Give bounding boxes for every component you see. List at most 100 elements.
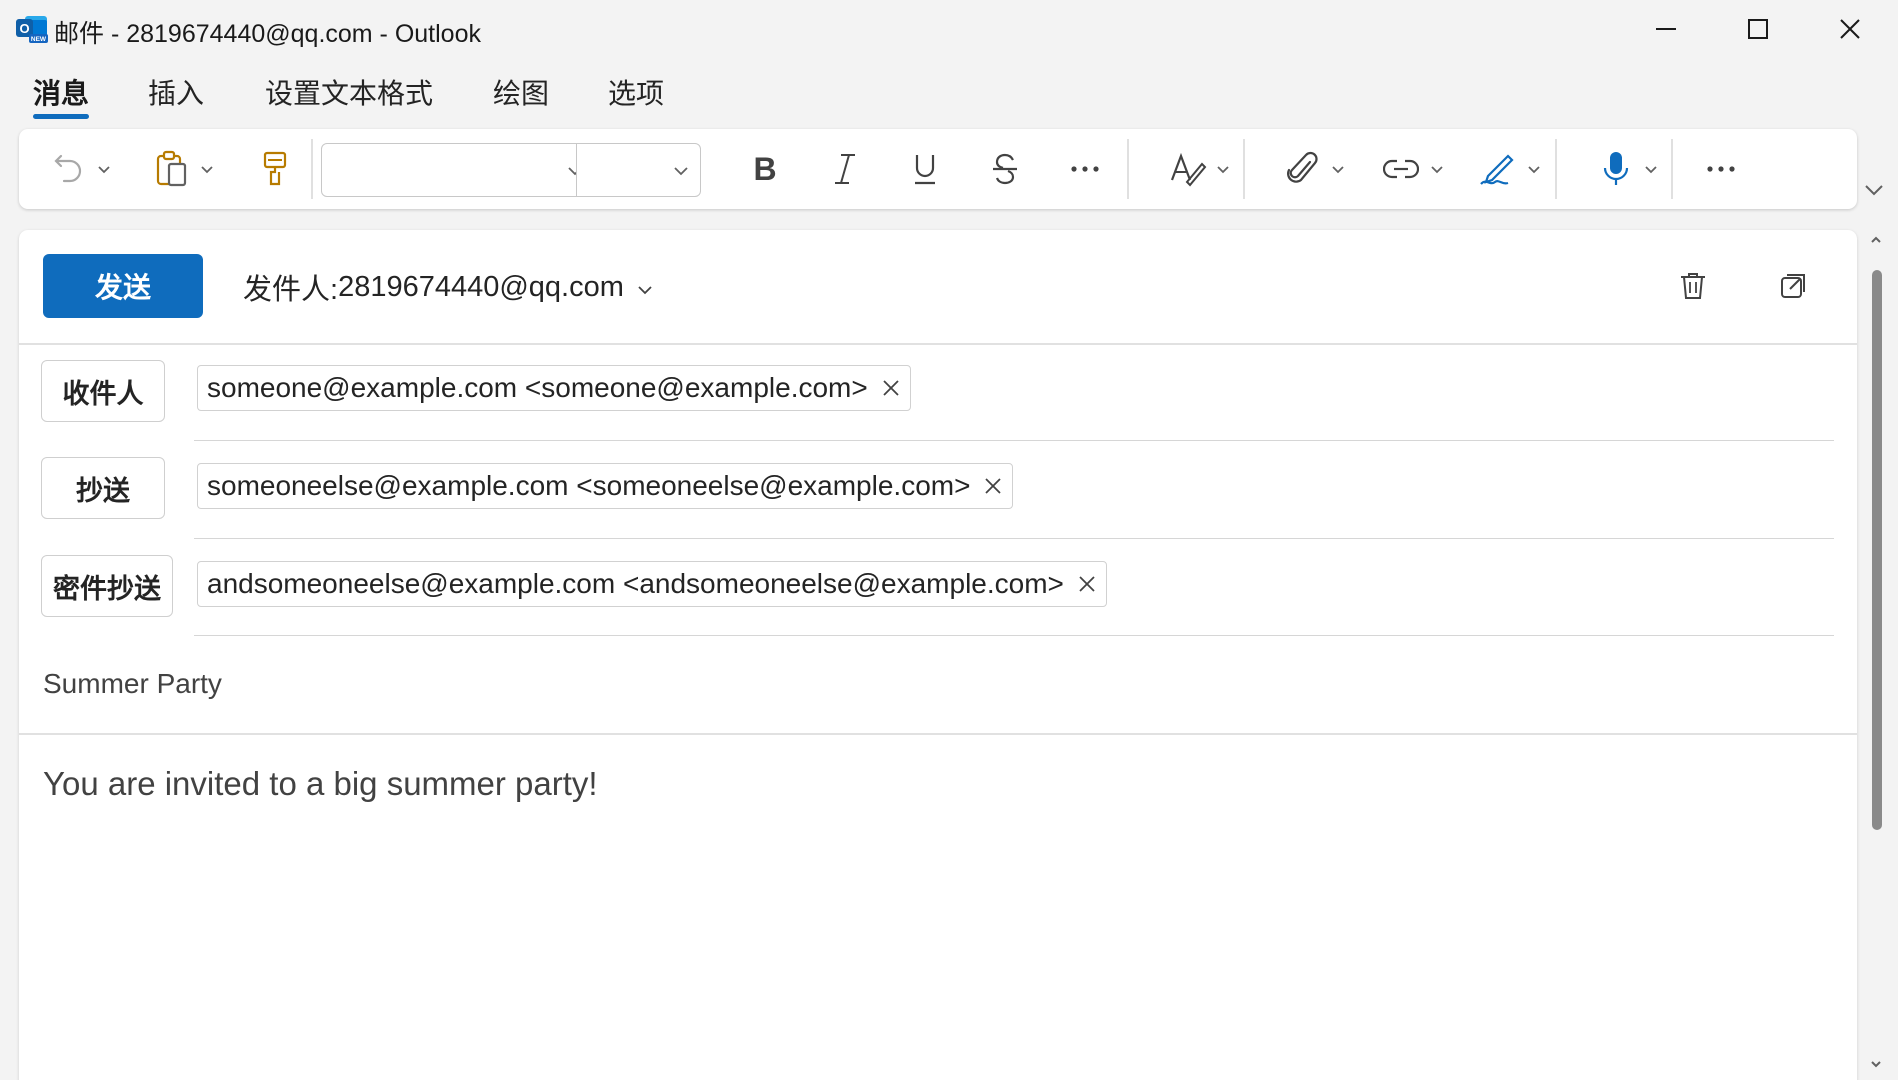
italic-button[interactable]: [815, 129, 875, 209]
styles-icon: [1170, 152, 1207, 187]
signature-icon: [1480, 154, 1514, 185]
compose-pane: 发送 发件人: 2819674440@qq.com 收件人 someone@exa…: [19, 230, 1857, 1080]
to-recipient: someone@example.com <someone@example.com…: [207, 372, 868, 403]
chevron-down-icon: [638, 286, 652, 295]
outlook-window: O NEW 邮件 - 2819674440@qq.com - Outlook 消…: [0, 0, 1898, 1080]
bcc-recipient-chip[interactable]: andsomeoneelse@example.com <andsomeoneel…: [197, 561, 1107, 607]
pop-out-icon: [1781, 274, 1805, 298]
italic-icon: [835, 154, 855, 184]
outlook-new-icon: O NEW: [16, 16, 48, 43]
tab-options[interactable]: 选项: [608, 72, 664, 112]
to-field-underline: [194, 440, 1834, 441]
to-recipient-chip[interactable]: someone@example.com <someone@example.com…: [197, 365, 911, 411]
dictate-button[interactable]: [1585, 129, 1675, 209]
toolbar-separator: [1555, 139, 1557, 199]
insert-link-button[interactable]: [1369, 129, 1459, 209]
scrollbar-thumb[interactable]: [1872, 270, 1882, 830]
cc-recipient-chip[interactable]: someoneelse@example.com <someoneelse@exa…: [197, 463, 1014, 509]
undo-icon: [54, 154, 82, 183]
undo-button[interactable]: [47, 129, 117, 209]
attach-icon: [1287, 151, 1318, 183]
toolbar-separator: [311, 139, 313, 199]
remove-recipient-button[interactable]: [984, 477, 1002, 495]
chevron-down-icon: [1217, 166, 1229, 174]
header-divider: [19, 343, 1857, 345]
close-button[interactable]: [1804, 0, 1896, 58]
attach-file-button[interactable]: [1271, 129, 1361, 209]
tab-format-text[interactable]: 设置文本格式: [265, 72, 433, 112]
minimize-button[interactable]: [1620, 0, 1712, 58]
paste-icon: [156, 150, 187, 187]
underline-button[interactable]: [895, 129, 955, 209]
discard-button[interactable]: [1675, 268, 1711, 304]
subject-input[interactable]: Summer Party: [43, 668, 222, 700]
more-formatting-button[interactable]: [1055, 129, 1115, 209]
pop-out-button[interactable]: [1775, 268, 1811, 304]
more-icon: [1071, 166, 1099, 172]
close-icon: [985, 478, 1002, 494]
chevron-down-icon: [1528, 166, 1540, 174]
cc-recipient: someoneelse@example.com <someoneelse@exa…: [207, 470, 971, 501]
strikethrough-icon: [993, 153, 1017, 185]
subject-divider: [19, 733, 1857, 735]
toolbar-separator: [1243, 139, 1245, 199]
svg-text:NEW: NEW: [31, 36, 47, 43]
format-painter-icon: [263, 151, 287, 186]
format-painter-button[interactable]: [245, 129, 305, 209]
bold-button[interactable]: B: [735, 129, 795, 209]
toolbar-overflow-button[interactable]: [1691, 129, 1751, 209]
underline-icon: [915, 155, 935, 185]
bold-icon: B: [753, 152, 776, 186]
ribbon-expand-icon[interactable]: [1862, 180, 1886, 200]
remove-recipient-button[interactable]: [882, 379, 900, 397]
ribbon-toolbar: B: [19, 129, 1857, 209]
close-icon: [1840, 19, 1860, 39]
chevron-down-icon: [1645, 166, 1657, 174]
chevron-down-icon: [674, 167, 688, 176]
strikethrough-button[interactable]: [975, 129, 1035, 209]
vertical-scrollbar[interactable]: [1864, 230, 1888, 1080]
link-icon: [1383, 159, 1419, 179]
close-icon: [883, 380, 899, 396]
tab-insert[interactable]: 插入: [148, 72, 204, 112]
scroll-down-icon[interactable]: [1869, 1058, 1883, 1070]
from-address: 2819674440@qq.com: [338, 270, 624, 303]
ribbon-tabs: 消息 插入 设置文本格式 绘图 选项: [0, 62, 1898, 124]
minimize-icon: [1656, 28, 1676, 30]
styles-button[interactable]: [1155, 129, 1245, 209]
message-body[interactable]: You are invited to a big summer party!: [43, 765, 598, 803]
toolbar-separator: [1671, 139, 1673, 199]
delete-icon: [1681, 273, 1705, 299]
cc-field-underline: [194, 538, 1834, 539]
bcc-recipient: andsomeoneelse@example.com <andsomeoneel…: [207, 568, 1064, 599]
svg-text:B: B: [753, 152, 776, 186]
chevron-down-icon: [201, 166, 213, 174]
from-selector[interactable]: 发件人: 2819674440@qq.com: [243, 266, 654, 308]
from-label: 发件人:: [243, 274, 339, 306]
toolbar-separator: [1127, 139, 1129, 199]
overflow-icon: [1707, 166, 1735, 172]
maximize-button[interactable]: [1712, 0, 1804, 58]
to-button[interactable]: 收件人: [41, 360, 165, 422]
active-tab-indicator: [33, 114, 89, 119]
chevron-down-icon: [1431, 166, 1443, 174]
title-bar: O NEW 邮件 - 2819674440@qq.com - Outlook: [0, 0, 1898, 58]
remove-recipient-button[interactable]: [1078, 575, 1096, 593]
tab-message[interactable]: 消息: [33, 72, 89, 112]
signature-button[interactable]: [1465, 129, 1555, 209]
svg-text:O: O: [19, 21, 29, 36]
maximize-icon: [1748, 19, 1768, 39]
bcc-field-underline: [194, 635, 1834, 636]
chevron-down-icon: [1332, 166, 1344, 174]
paste-button[interactable]: [145, 129, 225, 209]
cc-button[interactable]: 抄送: [41, 457, 165, 519]
tab-draw[interactable]: 绘图: [493, 72, 549, 112]
chevron-down-icon: [98, 166, 110, 174]
send-button[interactable]: 发送: [43, 254, 203, 318]
close-icon: [1079, 576, 1095, 592]
font-name-dropdown[interactable]: [321, 143, 595, 197]
font-size-dropdown[interactable]: [576, 143, 701, 197]
dictate-icon: [1603, 152, 1629, 185]
scroll-up-icon[interactable]: [1869, 234, 1883, 246]
bcc-button[interactable]: 密件抄送: [41, 555, 173, 617]
